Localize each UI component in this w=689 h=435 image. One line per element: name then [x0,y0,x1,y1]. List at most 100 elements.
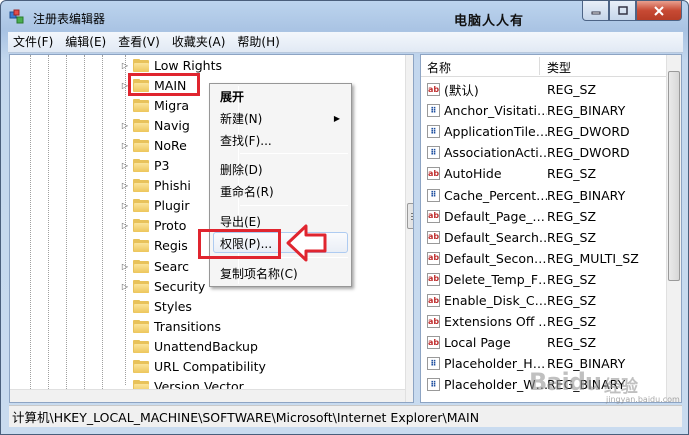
value-row[interactable]: ⠿ Anchor_Visitati… REG_BINARY [421,100,665,121]
maximize-button[interactable] [609,1,636,21]
expand-arrow-icon[interactable]: ▷ [120,181,130,191]
value-name: Default_Search… [444,229,547,245]
folder-icon [133,360,149,373]
folder-icon [133,279,149,293]
close-button[interactable] [636,1,682,21]
expand-arrow-icon[interactable]: ▷ [120,140,130,150]
tree-item[interactable]: Regis [120,236,188,256]
value-name: ApplicationTile… [444,124,547,140]
context-menu-item-label: 查找(F)... [220,133,272,148]
tree-item[interactable]: ▷ Low Rights [120,55,222,75]
column-separator[interactable] [539,57,540,75]
title-bar[interactable]: 注册表编辑器 电脑人人有 [1,1,688,32]
tree-item[interactable]: ▷ Security [120,276,205,296]
tree-item-label: P3 [154,158,170,173]
expand-arrow-icon[interactable]: ▷ [120,201,130,211]
value-type: REG_DWORD [547,124,630,140]
context-menu-item[interactable]: 复制项名称(C) [220,263,350,283]
tree-item[interactable]: ▷ Proto [120,216,186,236]
tree-horizontal-scrollbar[interactable] [10,389,405,402]
column-header-type[interactable]: 类型 [547,59,571,76]
submenu-arrow-icon: ▶ [333,113,340,123]
context-menu-item[interactable]: 重命名(R) [220,181,350,201]
menu-bar: 文件(F) 编辑(E) 查看(V) 收藏夹(A) 帮助(H) [8,32,683,53]
string-value-icon: ab [427,83,440,96]
menu-help[interactable]: 帮助(H) [231,32,285,53]
value-type: REG_SZ [547,82,597,97]
folder-icon [133,179,149,193]
binary-value-icon: ⠿ [427,125,440,139]
tree-item-label: Phishi [154,178,191,194]
expand-arrow-icon[interactable]: ▷ [120,120,130,130]
context-menu-item[interactable]: 新建(N) ▶ [220,108,350,128]
tree-item[interactable]: ▷ Phishi [120,176,191,196]
value-row[interactable]: ab Delete_Temp_F… REG_SZ [421,269,665,290]
folder-icon [133,98,149,112]
context-menu-item[interactable]: 展开 [220,86,350,106]
menu-file[interactable]: 文件(F) [8,32,59,53]
scroll-thumb[interactable] [668,71,680,281]
context-menu-item[interactable]: 查找(F)... [220,130,350,150]
values-vertical-scrollbar[interactable] [666,55,681,402]
values-list-pane[interactable]: 名称 类型 ab (默认) REG_SZ ⠿ Anchor_Visitati… REG_B… [420,54,682,403]
value-name: Local Page [444,335,511,351]
value-row[interactable]: ab Extensions Off … REG_SZ [421,311,665,332]
value-name: Enable_Disk_C… [444,293,547,308]
tree-item-label: Low Rights [154,57,223,73]
caption-buttons [582,1,682,21]
folder-icon [133,58,149,72]
expand-arrow-icon[interactable]: ▷ [120,161,130,171]
value-name: Anchor_Visitati… [444,103,547,119]
tree-vertical-scrollbar[interactable] [405,55,413,402]
value-row[interactable]: ab Default_Page_… REG_SZ [421,206,665,227]
tree-item[interactable]: Transitions [120,316,221,336]
tree-item[interactable]: ▷ P3 [120,156,170,176]
value-row[interactable]: ab Default_Search… REG_SZ [421,227,665,248]
regedit-app-icon [9,9,24,24]
menu-view[interactable]: 查看(V) [112,32,166,53]
column-header-name[interactable]: 名称 [427,59,451,76]
scroll-thumb[interactable] [407,203,413,229]
value-type: REG_SZ [547,271,597,287]
tree-item-label: Plugir [154,198,190,214]
registry-editor-window: 注册表编辑器 电脑人人有 文件(F) 编辑(E) 查看(V) 收藏夹(A) 帮助… [0,0,689,435]
value-row[interactable]: ⠿ ApplicationTile… REG_DWORD [421,121,665,142]
expand-arrow-icon[interactable]: ▷ [120,60,130,70]
value-row[interactable]: ab (默认) REG_SZ [421,79,665,100]
string-value-icon: ab [427,315,440,329]
tree-item[interactable]: UnattendBackup [120,336,258,356]
binary-value-icon: ⠿ [427,357,440,371]
value-row[interactable]: ab Local Page REG_SZ [421,332,665,353]
menu-favorites[interactable]: 收藏夹(A) [166,32,232,53]
value-row[interactable]: ⠿ Cache_Percent… REG_BINARY [421,185,665,206]
value-row[interactable]: ab Default_Secon… REG_MULTI_SZ [421,248,665,269]
tree-item[interactable]: ▷ Navig [120,115,190,135]
tree-item-label: UnattendBackup [154,338,258,354]
tree-guide-line [84,55,85,389]
tree-item[interactable]: ▷ Searc [120,256,189,276]
tree-item-label: NoRe [154,137,187,153]
value-row[interactable]: ab Enable_Disk_C… REG_SZ [421,290,665,311]
tree-item[interactable]: ▷ NoRe [120,135,187,155]
permissions-highlight-box [198,229,281,259]
context-menu-item[interactable]: 删除(D) [220,159,350,179]
context-menu-item-label: 展开 [220,89,245,104]
tree-item[interactable]: ▷ Plugir [120,196,190,216]
string-value-icon: ab [427,209,440,223]
menu-edit[interactable]: 编辑(E) [59,32,112,53]
tree-item-label: Proto [154,218,187,234]
expand-arrow-icon[interactable]: ▷ [120,281,130,291]
expand-arrow-icon[interactable]: ▷ [120,261,130,271]
value-row[interactable]: ab AutoHide REG_SZ [421,163,665,184]
value-row[interactable]: ⠿ AssociationActi… REG_DWORD [421,142,665,163]
folder-icon [133,299,149,313]
tree-item[interactable]: Styles [120,296,192,316]
minimize-button[interactable] [582,1,609,21]
tree-item[interactable]: Migra [120,95,189,115]
expand-arrow-icon[interactable]: ▷ [120,221,130,231]
binary-value-icon: ⠿ [427,146,440,160]
tree-item[interactable]: URL Compatibility [120,357,266,377]
value-name: AutoHide [444,166,502,182]
